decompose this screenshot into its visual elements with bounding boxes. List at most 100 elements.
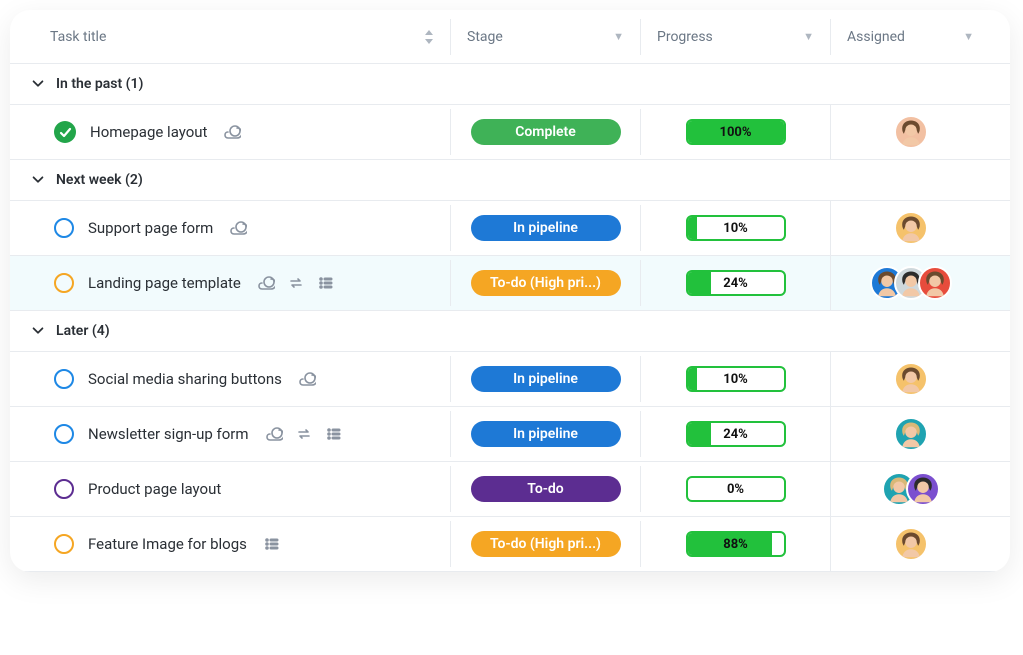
progress-bar: 0% xyxy=(686,476,786,502)
avatar-stack[interactable] xyxy=(870,266,952,300)
stage-cell[interactable]: Complete xyxy=(450,109,640,155)
progress-cell: 24% xyxy=(640,260,830,306)
stage-pill[interactable]: To-do xyxy=(471,476,621,502)
stage-pill[interactable]: In pipeline xyxy=(471,421,621,447)
task-row[interactable]: Support page form In pipeline 10% xyxy=(10,201,1010,256)
group-toggle[interactable]: Later (4) xyxy=(10,311,1010,352)
stage-pill[interactable]: Complete xyxy=(471,119,621,145)
task-meta-icons xyxy=(265,425,343,443)
column-header-stage[interactable]: Stage ▼ xyxy=(450,19,640,55)
column-header-title[interactable]: Task title xyxy=(10,19,450,55)
avatar-stack[interactable] xyxy=(894,211,928,245)
sort-icon[interactable] xyxy=(424,30,434,44)
stage-cell[interactable]: To-do (High pri...) xyxy=(450,260,640,306)
task-title-cell[interactable]: Newsletter sign-up form xyxy=(10,414,450,454)
task-title: Landing page template xyxy=(88,274,241,292)
avatar-stack[interactable] xyxy=(894,527,928,561)
stage-cell[interactable]: To-do (High pri...) xyxy=(450,521,640,567)
avatar[interactable] xyxy=(894,362,928,396)
task-title-cell[interactable]: Support page form xyxy=(10,208,450,248)
stage-cell[interactable]: In pipeline xyxy=(450,205,640,251)
status-circle-icon[interactable] xyxy=(54,218,74,238)
progress-bar: 24% xyxy=(686,421,786,447)
progress-value: 24% xyxy=(723,427,748,442)
status-circle-icon[interactable] xyxy=(54,534,74,554)
progress-value: 10% xyxy=(723,221,748,236)
list-icon xyxy=(325,425,343,443)
assigned-cell[interactable] xyxy=(830,105,990,159)
stage-cell[interactable]: In pipeline xyxy=(450,411,640,457)
stage-pill[interactable]: To-do (High pri...) xyxy=(471,531,621,557)
task-row[interactable]: Product page layout To-do 0% xyxy=(10,462,1010,517)
progress-cell: 10% xyxy=(640,356,830,402)
progress-bar: 10% xyxy=(686,366,786,392)
stage-pill[interactable]: In pipeline xyxy=(471,366,621,392)
avatar[interactable] xyxy=(894,417,928,451)
task-title-cell[interactable]: Product page layout xyxy=(10,469,450,509)
status-circle-icon[interactable] xyxy=(54,479,74,499)
task-title: Newsletter sign-up form xyxy=(88,425,249,443)
progress-value: 24% xyxy=(723,276,748,291)
stage-pill[interactable]: To-do (High pri...) xyxy=(471,270,621,296)
caret-down-icon[interactable]: ▼ xyxy=(803,30,814,43)
avatar[interactable] xyxy=(918,266,952,300)
task-title-cell[interactable]: Landing page template xyxy=(10,263,450,303)
assigned-cell[interactable] xyxy=(830,462,990,516)
group-label: Later (4) xyxy=(56,323,110,339)
stage-pill[interactable]: In pipeline xyxy=(471,215,621,241)
assigned-cell[interactable] xyxy=(830,407,990,461)
task-row[interactable]: Social media sharing buttons In pipeline… xyxy=(10,352,1010,407)
status-complete-icon[interactable] xyxy=(54,121,76,143)
status-circle-icon[interactable] xyxy=(54,424,74,444)
status-circle-icon[interactable] xyxy=(54,273,74,293)
avatar[interactable] xyxy=(894,211,928,245)
task-row[interactable]: Feature Image for blogs To-do (High pri.… xyxy=(10,517,1010,572)
assigned-cell[interactable] xyxy=(830,517,990,571)
assigned-cell[interactable] xyxy=(830,201,990,255)
task-row[interactable]: Newsletter sign-up form In pipeline 24% xyxy=(10,407,1010,462)
caret-down-icon[interactable]: ▼ xyxy=(613,30,624,43)
column-header-progress[interactable]: Progress ▼ xyxy=(640,19,830,55)
progress-cell: 100% xyxy=(640,109,830,155)
task-meta-icons xyxy=(229,219,247,237)
avatar[interactable] xyxy=(894,115,928,149)
task-title-cell[interactable]: Feature Image for blogs xyxy=(10,524,450,564)
task-title-cell[interactable]: Homepage layout xyxy=(10,111,450,153)
stage-cell[interactable]: To-do xyxy=(450,466,640,512)
list-icon xyxy=(317,274,335,292)
group-toggle[interactable]: Next week (2) xyxy=(10,160,1010,201)
repeat-icon xyxy=(295,425,313,443)
chevron-down-icon xyxy=(30,323,46,339)
caret-down-icon[interactable]: ▼ xyxy=(963,30,974,43)
attachment-icon xyxy=(229,219,247,237)
task-row[interactable]: Homepage layout Complete 100% xyxy=(10,105,1010,160)
column-header-stage-label: Stage xyxy=(467,29,503,45)
avatar-stack[interactable] xyxy=(894,417,928,451)
avatar-stack[interactable] xyxy=(894,115,928,149)
attachment-icon xyxy=(223,123,241,141)
group-label: In the past (1) xyxy=(56,76,143,92)
task-title-cell[interactable]: Social media sharing buttons xyxy=(10,359,450,399)
task-meta-icons xyxy=(257,274,335,292)
assigned-cell[interactable] xyxy=(830,256,990,310)
group-toggle[interactable]: In the past (1) xyxy=(10,64,1010,105)
column-header-title-label: Task title xyxy=(50,29,106,45)
column-header-assigned[interactable]: Assigned ▼ xyxy=(830,19,990,55)
task-row[interactable]: Landing page template To-do (High pri...… xyxy=(10,256,1010,311)
progress-bar: 100% xyxy=(686,119,786,145)
chevron-down-icon xyxy=(30,76,46,92)
status-circle-icon[interactable] xyxy=(54,369,74,389)
task-meta-icons xyxy=(298,370,316,388)
avatar[interactable] xyxy=(906,472,940,506)
assigned-cell[interactable] xyxy=(830,352,990,406)
avatar-stack[interactable] xyxy=(894,362,928,396)
column-header-assigned-label: Assigned xyxy=(847,29,905,45)
avatar-stack[interactable] xyxy=(882,472,940,506)
task-title: Social media sharing buttons xyxy=(88,370,282,388)
repeat-icon xyxy=(287,274,305,292)
avatar[interactable] xyxy=(894,527,928,561)
progress-bar: 10% xyxy=(686,215,786,241)
stage-cell[interactable]: In pipeline xyxy=(450,356,640,402)
progress-cell: 88% xyxy=(640,521,830,567)
progress-value: 100% xyxy=(720,125,752,140)
